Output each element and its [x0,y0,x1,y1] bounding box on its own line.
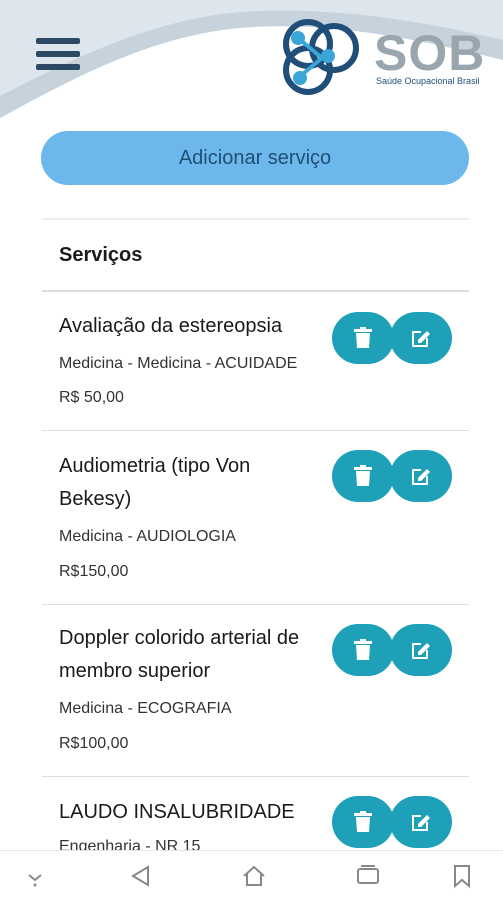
system-navigation-bar [0,850,503,901]
service-category: Medicina - ECOGRAFIA [59,700,232,717]
home-icon[interactable] [241,863,267,889]
trash-icon [354,327,372,348]
delete-button[interactable] [332,450,394,502]
add-service-button[interactable]: Adicionar serviço [41,131,469,185]
edit-button[interactable] [390,312,452,364]
service-category: Medicina - Medicina - ACUIDADE [59,355,298,372]
edit-button[interactable] [390,624,452,676]
service-price: R$150,00 [59,563,129,580]
edit-button[interactable] [390,796,452,848]
service-name: LAUDO INSALUBRIDADE [59,801,295,823]
delete-button[interactable] [332,624,394,676]
recents-icon[interactable] [355,863,381,889]
edit-icon [412,331,430,347]
services-title: Serviços [59,244,143,266]
edit-button[interactable] [390,450,452,502]
delete-button[interactable] [332,796,394,848]
service-item: Doppler colorido arterial de membro supe… [42,606,469,777]
logo-subtitle: Saúde Ocupacional Brasil [376,76,480,86]
menu-line [36,51,80,57]
service-category: Medicina - AUDIOLOGIA [59,528,236,545]
services-card: Serviços Avaliação da estereopsia Medici… [42,218,469,860]
service-item: Avaliação da estereopsia Medicina - Medi… [42,292,469,431]
trash-icon [354,639,372,660]
service-item: LAUDO INSALUBRIDADE Engenharia - NR 15 [42,778,469,860]
service-name: Doppler colorido arterial de membro supe… [59,627,300,682]
edit-icon [412,815,430,831]
service-price: R$100,00 [59,735,129,752]
chevron-down-icon[interactable] [22,863,48,889]
trash-icon [354,811,372,832]
menu-line [36,64,80,70]
edit-icon [412,469,430,485]
edit-icon [412,643,430,659]
service-price: R$ 50,00 [59,389,124,406]
hamburger-menu-button[interactable] [36,38,80,78]
service-name: Avaliação da estereopsia [59,315,283,337]
service-name: Audiometria (tipo Von Bekesy) [59,455,251,510]
delete-button[interactable] [332,312,394,364]
service-item: Audiometria (tipo Von Bekesy) Medicina -… [42,432,469,605]
trash-icon [354,465,372,486]
back-icon[interactable] [128,863,154,889]
logo-text: SOB [374,25,486,81]
bookmark-icon[interactable] [449,863,475,889]
menu-line [36,38,80,44]
